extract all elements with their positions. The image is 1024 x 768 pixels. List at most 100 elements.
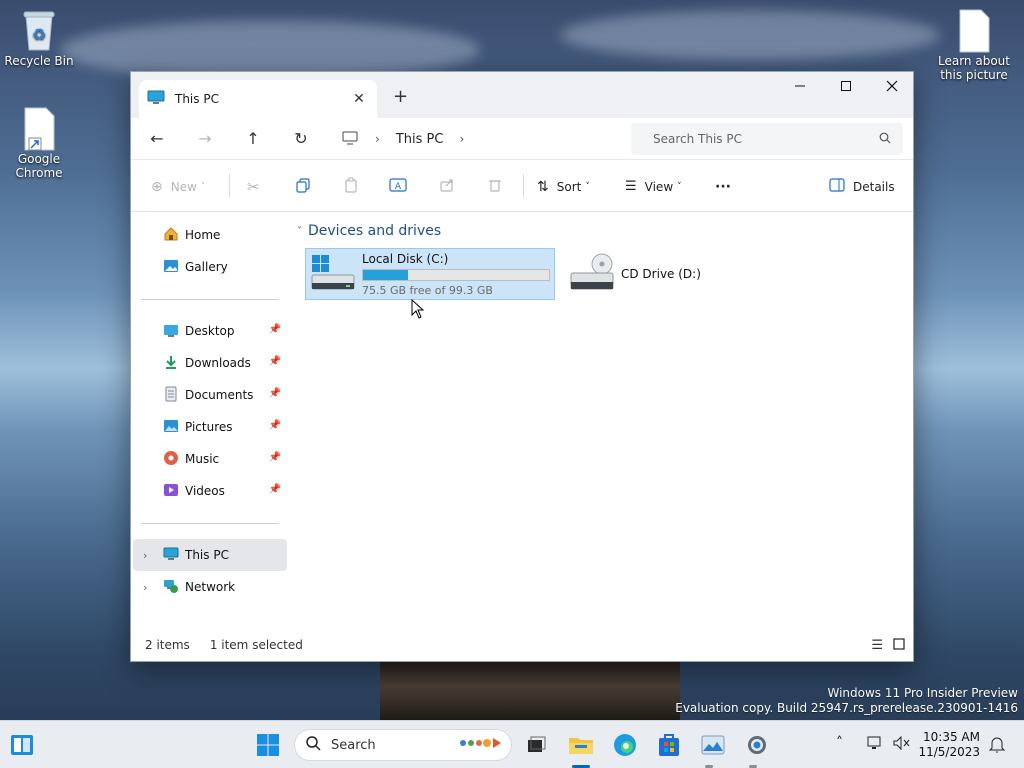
desktop-icon-recycle-bin[interactable]: ♻ Recycle Bin [3, 8, 75, 68]
sidebar-divider [141, 299, 279, 300]
rename-button[interactable]: A [389, 160, 407, 213]
pin-icon[interactable]: 📌 [269, 484, 281, 495]
file-shortcut-icon [20, 106, 58, 151]
volume-muted-icon[interactable] [892, 735, 910, 754]
downloads-icon [163, 354, 179, 373]
drive-info: Local Disk (C:) 75.5 GB free of 99.3 GB [362, 252, 550, 297]
status-bar: 2 items 1 item selected ☰ [131, 629, 913, 661]
desktop-icon-label: Learn about this picture [938, 54, 1010, 82]
taskbar-store[interactable] [655, 731, 683, 759]
view-list-icon: ☰ [625, 179, 637, 194]
sidebar-item-home[interactable]: Home [133, 219, 287, 251]
more-options-button[interactable]: ··· [715, 160, 731, 213]
notification-icon[interactable] [988, 735, 1006, 756]
task-view-button[interactable] [522, 731, 550, 759]
status-items-count: 2 items [145, 638, 190, 652]
search-input[interactable]: Search This PC [653, 132, 879, 146]
sidebar-item-this-pc[interactable]: › This PC [133, 539, 287, 571]
sidebar-divider [141, 523, 279, 524]
taskbar-search[interactable]: Search [294, 729, 512, 761]
group-header-label: Devices and drives [308, 223, 442, 239]
svg-text:♻: ♻ [32, 25, 46, 44]
music-icon [163, 450, 179, 469]
system-clock[interactable]: 10:35 AM 11/5/2023 [918, 730, 980, 760]
close-window-button[interactable] [869, 72, 915, 102]
refresh-button[interactable]: ↻ [277, 129, 325, 148]
taskbar-edge[interactable] [611, 731, 639, 759]
details-button[interactable]: Details [829, 160, 895, 213]
minimize-button[interactable] [777, 72, 823, 102]
home-icon [163, 226, 179, 245]
share-button[interactable] [439, 160, 455, 213]
forward-button[interactable]: → [181, 129, 229, 148]
gallery-icon [163, 258, 179, 277]
delete-button[interactable] [487, 160, 503, 213]
address-bar[interactable]: › This PC › [335, 123, 625, 155]
details-pane-icon [829, 178, 845, 195]
sidebar-item-videos[interactable]: Videos 📌 [133, 475, 287, 507]
maximize-button[interactable] [823, 72, 869, 102]
up-button[interactable]: ↑ [229, 129, 277, 148]
scissors-icon: ✂ [247, 177, 260, 196]
pin-icon[interactable]: 📌 [269, 356, 281, 367]
title-bar[interactable]: This PC ✕ + [131, 72, 913, 118]
file-icon [955, 8, 993, 53]
refresh-icon: ↻ [294, 129, 308, 148]
search-box[interactable]: Search This PC [631, 123, 903, 155]
back-button[interactable]: ← [133, 129, 181, 148]
details-view-icon[interactable]: ☰ [871, 638, 883, 653]
network-icon [163, 578, 179, 597]
chevron-right-icon[interactable]: › [143, 581, 147, 594]
desktop-icon-learn-picture[interactable]: Learn about this picture [938, 8, 1010, 82]
sidebar-item-network[interactable]: › Network [133, 571, 287, 603]
sidebar-item-desktop[interactable]: Desktop 📌 [133, 315, 287, 347]
paste-button[interactable] [343, 160, 359, 213]
pin-icon[interactable]: 📌 [269, 388, 281, 399]
drive-usage-fill [363, 269, 408, 280]
new-label: New [170, 179, 197, 194]
network-status-icon[interactable] [866, 735, 884, 754]
rename-icon: A [389, 177, 407, 196]
content-pane: ˅ Devices and drives Local Disk (C:) 75.… [291, 213, 913, 631]
tiles-view-icon[interactable] [893, 637, 905, 653]
navigation-pane: Home Gallery Desktop 📌 Downloads 📌 Docum… [131, 213, 291, 631]
sidebar-item-downloads[interactable]: Downloads 📌 [133, 347, 287, 379]
taskbar-file-explorer[interactable] [567, 731, 595, 759]
chevron-right-icon[interactable]: › [143, 549, 147, 562]
copy-button[interactable] [295, 160, 311, 213]
recycle-bin-icon: ♻ [20, 8, 58, 51]
view-button[interactable]: ☰ View ˅ [625, 160, 682, 213]
drive-item-local-disk-c[interactable]: Local Disk (C:) 75.5 GB free of 99.3 GB [305, 248, 555, 300]
new-button[interactable]: ⊕ New ˅ [151, 160, 205, 213]
sidebar-item-documents[interactable]: Documents 📌 [133, 379, 287, 411]
sidebar-item-music[interactable]: Music 📌 [133, 443, 287, 475]
group-header-devices[interactable]: ˅ Devices and drives [297, 223, 441, 239]
sort-button[interactable]: ⇅ Sort ˅ [537, 160, 590, 213]
svg-text:A: A [395, 182, 402, 192]
pin-icon[interactable]: 📌 [269, 420, 281, 431]
sort-icon: ⇅ [537, 178, 549, 195]
cut-button[interactable]: ✂ [247, 160, 260, 213]
documents-icon [163, 386, 179, 405]
pin-icon[interactable]: 📌 [269, 324, 281, 335]
desktop-icon-label: Google Chrome [15, 152, 63, 180]
widgets-button[interactable] [8, 731, 36, 759]
close-tab-icon[interactable]: ✕ [349, 91, 369, 107]
sidebar-item-gallery[interactable]: Gallery [133, 251, 287, 283]
breadcrumb[interactable]: This PC [396, 132, 444, 147]
new-tab-button[interactable]: + [393, 86, 408, 107]
chevron-right-icon[interactable]: › [459, 132, 464, 146]
taskbar-photos[interactable] [699, 731, 727, 759]
show-hidden-icons-button[interactable]: ˄ [836, 735, 843, 751]
minimize-icon [794, 80, 806, 95]
tab-this-pc[interactable]: This PC ✕ [139, 80, 377, 118]
start-button[interactable] [254, 731, 282, 759]
drive-item-cd-drive-d[interactable]: CD Drive (D:) [565, 248, 765, 300]
desktop-icon-google-chrome[interactable]: Google Chrome [3, 106, 75, 180]
chevron-down-icon: ˅ [585, 181, 590, 192]
pin-icon[interactable]: 📌 [269, 452, 281, 463]
sidebar-item-pictures[interactable]: Pictures 📌 [133, 411, 287, 443]
watermark-line-2: Evaluation copy. Build 25947.rs_prerelea… [675, 701, 1018, 715]
desktop-folder-icon [163, 322, 179, 341]
taskbar-settings[interactable] [743, 731, 771, 759]
